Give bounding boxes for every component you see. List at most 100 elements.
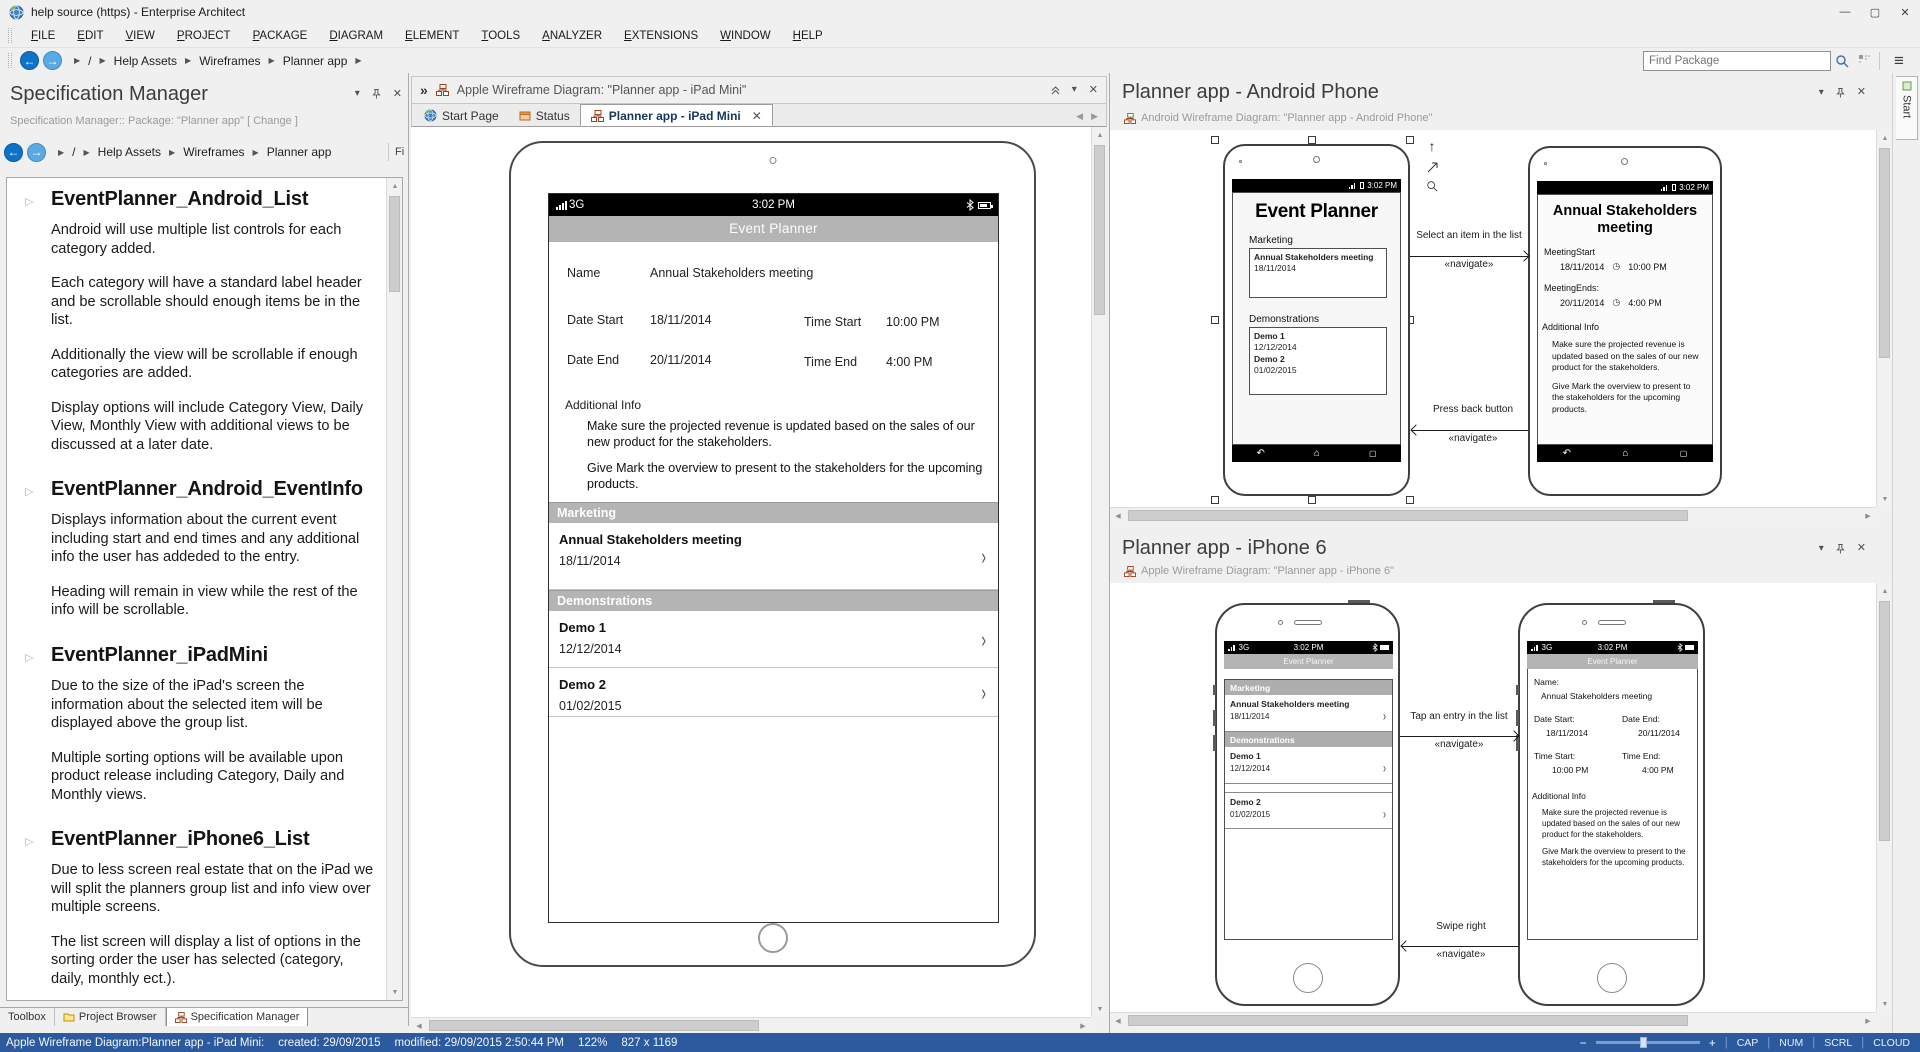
scroll-down-icon[interactable]: ▼	[387, 984, 403, 1000]
selection-handle[interactable]	[1211, 136, 1219, 144]
navigate-connector[interactable]	[1412, 430, 1528, 431]
minimize-button[interactable]: —	[1830, 0, 1860, 24]
back-button[interactable]: ←	[20, 51, 39, 70]
android-info-phone-element[interactable]: 3:02 PM Annual Stakeholders meeting Meet…	[1528, 146, 1722, 496]
scroll-right-icon[interactable]: ▶	[1860, 508, 1876, 524]
menu-help[interactable]: HELP	[782, 27, 834, 45]
selection-handle[interactable]	[1308, 496, 1316, 504]
menu-tools[interactable]: TOOLS	[470, 27, 531, 45]
scroll-left-icon[interactable]: ◀	[1110, 1013, 1126, 1029]
scrollbar-thumb[interactable]	[1128, 1015, 1688, 1026]
breadcrumb-help-assets[interactable]: Help Assets	[98, 145, 161, 159]
scroll-right-icon[interactable]: ▶	[1860, 1013, 1876, 1029]
expand-arrow-icon[interactable]: ▷	[25, 651, 33, 664]
expand-arrow-icon[interactable]: ▷	[25, 485, 33, 498]
docked-tab-start[interactable]: Start	[1896, 76, 1918, 140]
tab-start-page[interactable]: Start Page	[414, 104, 509, 126]
tab-planner-app-ipad-mini[interactable]: Planner app - iPad Mini ✕	[580, 104, 773, 126]
android-horizontal-scrollbar[interactable]: ◀ ▶	[1110, 507, 1876, 523]
list-item[interactable]: Demo 2 01/02/2015 ›	[1225, 792, 1392, 829]
menu-edit[interactable]: EDIT	[66, 27, 114, 45]
breadcrumb-help-assets[interactable]: Help Assets	[114, 54, 177, 68]
zoom-slider[interactable]	[1596, 1041, 1700, 1044]
scrollbar-thumb[interactable]	[429, 1020, 759, 1031]
iphone-list-phone-element[interactable]: 3G 3:02 PM Event Planner Marketing Annua…	[1215, 603, 1400, 1006]
menu-analyzer[interactable]: ANALYZER	[531, 27, 613, 45]
collapse-up-icon[interactable]	[1051, 86, 1060, 95]
zoom-slider-knob[interactable]	[1640, 1037, 1647, 1048]
connector-label[interactable]: Press back button	[1410, 404, 1536, 415]
menu-view[interactable]: VIEW	[115, 27, 166, 45]
zoom-icon[interactable]	[1426, 180, 1438, 192]
ipad-wireframe-element[interactable]: 3G 3:02 PM Event Planner Name Annual Sta…	[509, 141, 1036, 967]
diagram-vertical-scrollbar[interactable]: ▲ ▼	[1091, 127, 1107, 1017]
spec-heading[interactable]: EventPlanner_Android_EventInfo	[51, 478, 376, 501]
package-browse-icon[interactable]	[1853, 50, 1875, 72]
spec-heading[interactable]: EventPlanner_iPhone6_List	[51, 828, 376, 851]
menu-element[interactable]: ELEMENT	[394, 27, 470, 45]
scrollbar-thumb[interactable]	[1879, 601, 1890, 841]
menu-window[interactable]: WINDOW	[709, 27, 781, 45]
quicklink-cursor-icon[interactable]	[1427, 161, 1438, 173]
close-panel-icon[interactable]: ✕	[393, 89, 402, 100]
expand-arrow-icon[interactable]: ▷	[25, 835, 33, 848]
scroll-up-icon[interactable]: ▲	[1877, 583, 1893, 599]
close-tab-icon[interactable]: ✕	[752, 109, 762, 123]
scroll-left-icon[interactable]: ◀	[1110, 508, 1126, 524]
forward-button[interactable]: →	[27, 143, 46, 162]
selection-handle[interactable]	[1406, 496, 1414, 504]
scroll-down-icon[interactable]: ▼	[1092, 1001, 1108, 1017]
scroll-up-icon[interactable]: ▲	[387, 178, 403, 194]
spec-vertical-scrollbar[interactable]: ▲ ▼	[386, 178, 402, 1000]
list-item[interactable]: Annual Stakeholders meeting 18/11/2014 ›	[549, 523, 998, 590]
zoom-in-icon[interactable]: +	[1709, 1036, 1716, 1050]
breadcrumb-wireframes[interactable]: Wireframes	[199, 54, 260, 68]
pin-icon[interactable]	[372, 88, 381, 100]
iphone-vertical-scrollbar[interactable]: ▲ ▼	[1876, 583, 1892, 1012]
menu-file[interactable]: FILE	[20, 27, 66, 45]
panel-menu-icon[interactable]: ▾	[1819, 544, 1824, 554]
scroll-right-icon[interactable]: ▶	[1075, 1018, 1091, 1034]
tab-status[interactable]: Status	[509, 104, 580, 126]
list-item[interactable]: Demo 1 12/12/2014 ›	[549, 611, 998, 668]
spec-heading[interactable]: EventPlanner_Android_List	[51, 188, 376, 211]
scroll-up-icon[interactable]: ▲	[1877, 130, 1893, 146]
toggle-num[interactable]: NUM	[1779, 1037, 1803, 1049]
selection-handle[interactable]	[1211, 496, 1219, 504]
android-diagram-canvas[interactable]: ↑ 3:02 PM Event Planner Marketing Annual…	[1110, 130, 1876, 507]
expand-arrow-icon[interactable]: ▷	[25, 195, 33, 208]
maximize-button[interactable]: ▢	[1860, 0, 1890, 24]
connector-label[interactable]: Tap an entry in the list	[1396, 711, 1522, 722]
tab-scroll-right-icon[interactable]: ▶	[1091, 111, 1098, 122]
scroll-up-icon[interactable]: ▲	[1092, 127, 1108, 143]
connector-label[interactable]: Select an item in the list	[1406, 230, 1532, 241]
panel-menu-icon[interactable]: ▾	[1072, 85, 1077, 95]
navigate-connector[interactable]	[1400, 736, 1518, 737]
android-list-phone-element[interactable]: 3:02 PM Event Planner Marketing Annual S…	[1223, 144, 1410, 496]
close-panel-icon[interactable]: ✕	[1857, 543, 1866, 554]
navigate-connector[interactable]	[1402, 946, 1518, 947]
panel-menu-icon[interactable]: ▾	[1819, 88, 1824, 98]
selection-handle[interactable]	[1211, 316, 1219, 324]
connector-label[interactable]: Swipe right	[1398, 921, 1524, 932]
scrollbar-thumb[interactable]	[389, 196, 400, 292]
pin-icon[interactable]	[1836, 543, 1845, 555]
forward-button[interactable]: →	[43, 51, 62, 70]
toggle-cloud[interactable]: CLOUD	[1873, 1037, 1910, 1049]
pin-icon[interactable]	[1836, 87, 1845, 99]
toggle-scrl[interactable]: SCRL	[1824, 1037, 1852, 1049]
breadcrumb-planner-app[interactable]: Planner app	[283, 54, 348, 68]
scrollbar-thumb[interactable]	[1094, 145, 1105, 315]
spec-heading[interactable]: EventPlanner_iPadMini	[51, 644, 376, 667]
toggle-caps[interactable]: CAP	[1737, 1037, 1759, 1049]
find-package-input[interactable]	[1643, 51, 1831, 71]
selection-handle[interactable]	[1308, 136, 1316, 144]
menu-diagram[interactable]: DIAGRAM	[318, 27, 394, 45]
android-vertical-scrollbar[interactable]: ▲ ▼	[1876, 130, 1892, 507]
scrollbar-thumb[interactable]	[1128, 510, 1688, 521]
selection-handle[interactable]	[1406, 136, 1414, 144]
iphone-horizontal-scrollbar[interactable]: ◀ ▶	[1110, 1012, 1876, 1028]
scrollbar-thumb[interactable]	[1879, 148, 1890, 358]
menu-extensions[interactable]: EXTENSIONS	[613, 27, 709, 45]
move-up-icon[interactable]: ↑	[1429, 138, 1436, 154]
